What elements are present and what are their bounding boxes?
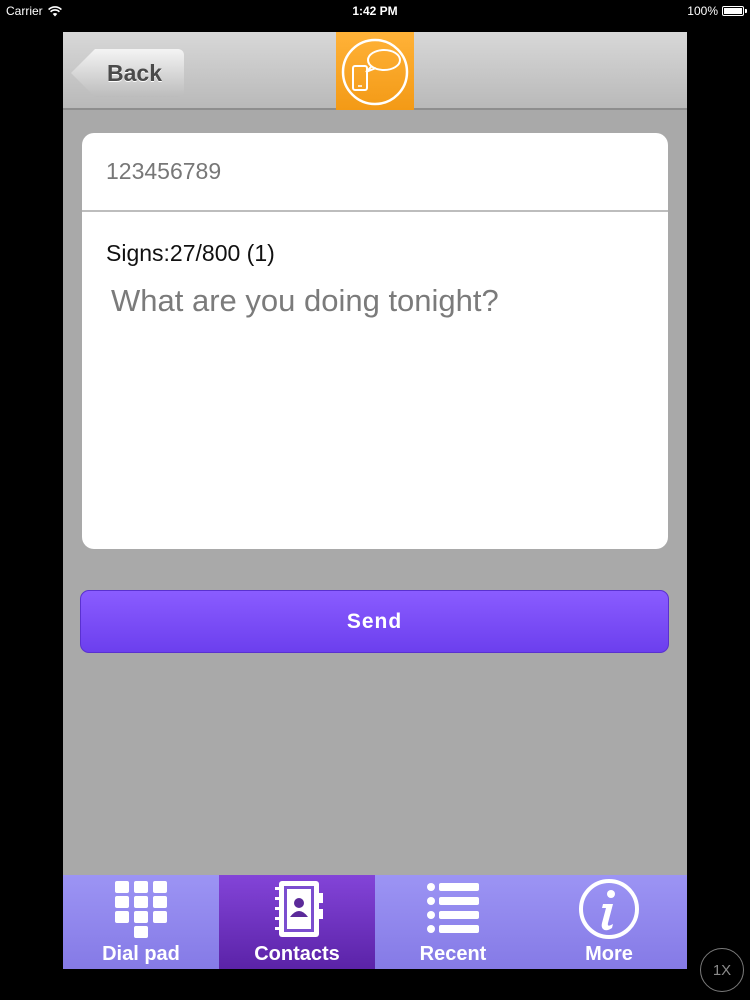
dial-pad-icon xyxy=(63,879,219,943)
back-button-label: Back xyxy=(107,59,162,86)
back-button[interactable]: Back xyxy=(71,49,184,97)
tab-recent[interactable]: Recent xyxy=(375,875,531,969)
battery-percent: 100% xyxy=(687,4,718,18)
send-button-label: Send xyxy=(346,609,403,633)
phone-number-input[interactable] xyxy=(82,133,668,212)
tab-label: Contacts xyxy=(254,943,340,965)
tab-label: Dial pad xyxy=(102,943,180,965)
clock: 1:42 PM xyxy=(352,4,398,18)
tab-bar: Dial pad Contacts Recent More xyxy=(63,875,687,969)
status-bar: Carrier 1:42 PM 100% xyxy=(0,0,750,22)
message-bubble-phone-icon xyxy=(336,32,414,110)
tab-label: More xyxy=(585,943,633,965)
signs-counter: Signs:27/800 (1) xyxy=(106,240,275,266)
battery-indicator: 100% xyxy=(687,0,747,22)
send-button[interactable]: Send xyxy=(80,590,669,653)
info-icon xyxy=(531,879,687,943)
zoom-badge[interactable]: 1X xyxy=(700,948,744,992)
contacts-book-icon xyxy=(219,879,375,943)
navigation-bar: Back xyxy=(63,32,687,110)
tab-more[interactable]: More xyxy=(531,875,687,969)
battery-icon xyxy=(722,6,747,16)
app-screen: Back Signs:27/800 (1) What are you doing… xyxy=(63,32,687,969)
message-textarea[interactable]: What are you doing tonight? xyxy=(111,283,641,319)
message-card: Signs:27/800 (1) What are you doing toni… xyxy=(82,133,668,549)
tab-label: Recent xyxy=(419,943,487,965)
list-icon xyxy=(375,879,531,943)
tab-dial-pad[interactable]: Dial pad xyxy=(63,875,219,969)
tab-contacts[interactable]: Contacts xyxy=(219,875,375,969)
